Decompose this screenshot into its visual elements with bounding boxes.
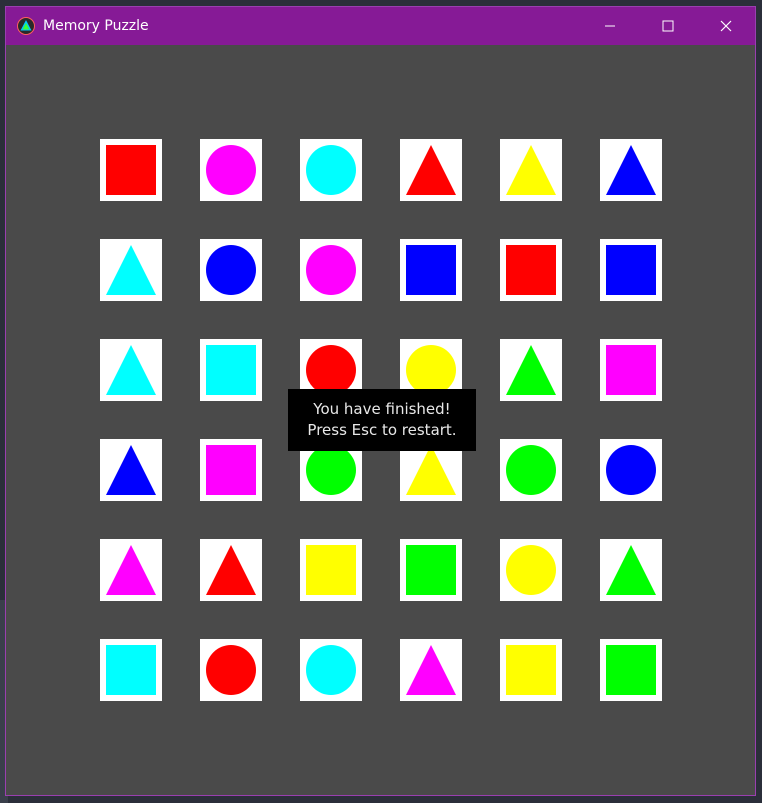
green-circle-icon [306, 445, 356, 495]
card-r3-c2[interactable] [200, 339, 262, 401]
finished-message-line1: You have finished! [313, 400, 451, 418]
yellow-triangle-icon [406, 445, 456, 495]
card-r5-c2[interactable] [200, 539, 262, 601]
card-r5-c4[interactable] [400, 539, 462, 601]
red-triangle-icon [406, 145, 456, 195]
card-r5-c3[interactable] [300, 539, 362, 601]
close-icon [720, 17, 732, 36]
card-r2-c1[interactable] [100, 239, 162, 301]
red-circle-icon [206, 645, 256, 695]
close-button[interactable] [697, 7, 755, 45]
game-area: You have finished! Press Esc to restart. [6, 45, 755, 795]
magenta-square-icon [206, 445, 256, 495]
card-r5-c5[interactable] [500, 539, 562, 601]
maximize-icon [662, 17, 674, 36]
green-square-icon [406, 545, 456, 595]
green-triangle-icon [506, 345, 556, 395]
cyan-square-icon [106, 645, 156, 695]
magenta-triangle-icon [406, 645, 456, 695]
finished-message-line2: Press Esc to restart. [307, 421, 457, 439]
app-window: Memory Puzzle You have finished! Press E… [5, 6, 756, 796]
red-square-icon [106, 145, 156, 195]
cyan-circle-icon [306, 145, 356, 195]
triangle-app-icon [17, 17, 35, 35]
title-bar[interactable]: Memory Puzzle [6, 7, 755, 45]
cyan-circle-icon [306, 645, 356, 695]
card-r1-c2[interactable] [200, 139, 262, 201]
card-r6-c3[interactable] [300, 639, 362, 701]
blue-triangle-icon [106, 445, 156, 495]
card-r4-c6[interactable] [600, 439, 662, 501]
magenta-circle-icon [206, 145, 256, 195]
card-r6-c6[interactable] [600, 639, 662, 701]
card-r1-c1[interactable] [100, 139, 162, 201]
card-r6-c2[interactable] [200, 639, 262, 701]
card-r5-c1[interactable] [100, 539, 162, 601]
card-r6-c4[interactable] [400, 639, 462, 701]
magenta-square-icon [606, 345, 656, 395]
green-square-icon [606, 645, 656, 695]
card-r3-c1[interactable] [100, 339, 162, 401]
yellow-square-icon [306, 545, 356, 595]
blue-circle-icon [606, 445, 656, 495]
cyan-triangle-icon [106, 345, 156, 395]
card-r5-c6[interactable] [600, 539, 662, 601]
red-square-icon [506, 245, 556, 295]
cyan-square-icon [206, 345, 256, 395]
card-r1-c4[interactable] [400, 139, 462, 201]
green-triangle-icon [606, 545, 656, 595]
card-r3-c6[interactable] [600, 339, 662, 401]
blue-square-icon [406, 245, 456, 295]
minimize-icon [604, 17, 616, 36]
yellow-square-icon [506, 645, 556, 695]
magenta-circle-icon [306, 245, 356, 295]
card-r2-c3[interactable] [300, 239, 362, 301]
yellow-circle-icon [406, 345, 456, 395]
window-title: Memory Puzzle [43, 18, 149, 34]
magenta-triangle-icon [106, 545, 156, 595]
window-controls [581, 7, 755, 45]
card-r2-c6[interactable] [600, 239, 662, 301]
card-r2-c4[interactable] [400, 239, 462, 301]
card-r1-c3[interactable] [300, 139, 362, 201]
red-triangle-icon [206, 545, 256, 595]
card-r1-c6[interactable] [600, 139, 662, 201]
red-circle-icon [306, 345, 356, 395]
card-r4-c1[interactable] [100, 439, 162, 501]
cyan-triangle-icon [106, 245, 156, 295]
card-r2-c2[interactable] [200, 239, 262, 301]
maximize-button[interactable] [639, 7, 697, 45]
green-circle-icon [506, 445, 556, 495]
card-r2-c5[interactable] [500, 239, 562, 301]
card-r6-c5[interactable] [500, 639, 562, 701]
blue-triangle-icon [606, 145, 656, 195]
card-r3-c5[interactable] [500, 339, 562, 401]
yellow-circle-icon [506, 545, 556, 595]
yellow-triangle-icon [506, 145, 556, 195]
finished-message: You have finished! Press Esc to restart. [288, 389, 476, 451]
card-r4-c5[interactable] [500, 439, 562, 501]
blue-circle-icon [206, 245, 256, 295]
card-r4-c2[interactable] [200, 439, 262, 501]
minimize-button[interactable] [581, 7, 639, 45]
card-r6-c1[interactable] [100, 639, 162, 701]
card-r1-c5[interactable] [500, 139, 562, 201]
blue-square-icon [606, 245, 656, 295]
